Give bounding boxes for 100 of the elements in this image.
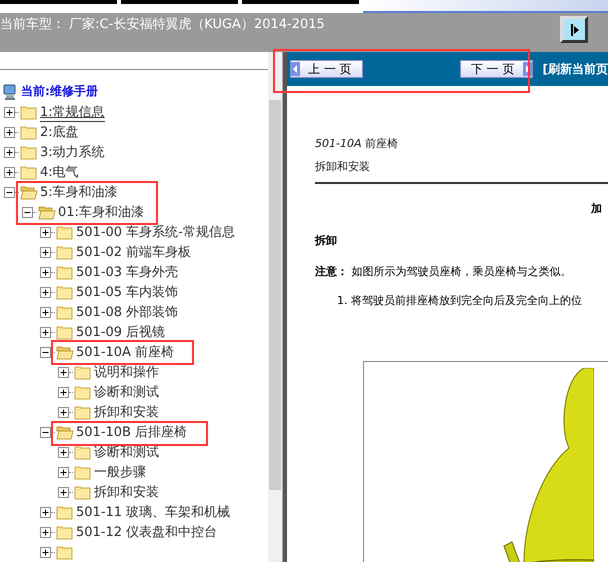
- expand-toggle[interactable]: [58, 366, 69, 378]
- expand-toggle[interactable]: [4, 146, 15, 158]
- toggle-panel-button[interactable]: [560, 16, 588, 43]
- tree-item[interactable]: 501-05 车内装饰: [76, 282, 178, 302]
- tree-row[interactable]: 501-12 仪表盘和中控台: [0, 522, 268, 542]
- scrollbar-thumb[interactable]: [269, 100, 281, 490]
- tree-item[interactable]: 501-12 仪表盘和中控台: [76, 522, 218, 542]
- tree-item[interactable]: 501-02 前端车身板: [76, 242, 192, 262]
- tree-item[interactable]: 2:底盘: [40, 122, 79, 142]
- expand-toggle[interactable]: [58, 466, 69, 478]
- tree-row[interactable]: 501-02 前端车身板: [0, 242, 268, 262]
- folder-icon: [74, 464, 92, 480]
- expand-toggle[interactable]: [40, 286, 51, 298]
- folder-icon: [74, 484, 92, 500]
- tree-row[interactable]: 一般步骤: [0, 462, 268, 482]
- tree-row[interactable]: 501-08 外部装饰: [0, 302, 268, 322]
- tree-row[interactable]: 1:常规信息: [0, 102, 268, 122]
- open-folder-icon: [56, 424, 74, 440]
- folder-icon: [56, 224, 74, 240]
- tree-row[interactable]: 501-05 车内装饰: [0, 282, 268, 302]
- open-folder-icon: [20, 184, 38, 200]
- expand-toggle[interactable]: [4, 186, 15, 198]
- tree-item[interactable]: 501-00 车身系统-常规信息: [76, 222, 235, 242]
- tree-row[interactable]: 说明和操作: [0, 362, 268, 382]
- tree-row[interactable]: 2:底盘: [0, 122, 268, 142]
- tree-item[interactable]: 501-08 外部装饰: [76, 302, 178, 322]
- section-subtitle: 拆卸和安装: [315, 159, 371, 174]
- expand-toggle[interactable]: [4, 106, 15, 118]
- folder-icon: [74, 444, 92, 460]
- expand-toggle[interactable]: [40, 306, 51, 318]
- expand-toggle[interactable]: [4, 126, 15, 138]
- expand-toggle[interactable]: [40, 226, 51, 238]
- folder-icon: [20, 144, 38, 160]
- expand-toggle[interactable]: [40, 426, 51, 438]
- scrollbar[interactable]: [268, 52, 282, 562]
- tree-item[interactable]: 拆卸和安装: [94, 482, 159, 502]
- tree-row[interactable]: 3:动力系统: [0, 142, 268, 162]
- folder-icon: [20, 124, 38, 140]
- procedure-heading: 拆卸: [315, 233, 338, 248]
- folder-icon: [56, 244, 74, 260]
- folder-icon: [56, 324, 74, 340]
- folder-icon: [56, 264, 74, 280]
- expand-toggle[interactable]: [40, 246, 51, 258]
- folder-icon: [20, 164, 38, 180]
- refresh-page-link[interactable]: [刷新当前页: [542, 60, 608, 78]
- section-title: 501-10A 前座椅: [315, 136, 399, 151]
- open-folder-icon: [38, 204, 56, 220]
- tree-row[interactable]: 501-11 玻璃、车架和机械: [0, 502, 268, 522]
- tree-item[interactable]: 诊断和测试: [94, 442, 159, 462]
- expand-toggle[interactable]: [40, 326, 51, 338]
- expand-toggle[interactable]: [40, 346, 51, 358]
- tree-item[interactable]: 01:车身和油漆: [58, 202, 144, 222]
- expand-toggle[interactable]: [58, 386, 69, 398]
- expand-toggle[interactable]: [58, 406, 69, 418]
- expand-toggle[interactable]: [22, 206, 33, 218]
- tree-item[interactable]: 501-10B 后排座椅: [76, 422, 188, 442]
- tree-row[interactable]: 4:电气: [0, 162, 268, 182]
- tree-row[interactable]: 501-00 车身系统-常规信息: [0, 222, 268, 242]
- current-manual-label: 当前:维修手册: [21, 83, 98, 100]
- tree-row[interactable]: 01:车身和油漆: [0, 202, 268, 222]
- tree-item[interactable]: 501-10A 前座椅: [76, 342, 174, 362]
- tree-item[interactable]: 1:常规信息: [40, 102, 105, 122]
- tree-item[interactable]: 501-09 后视镜: [76, 322, 166, 342]
- tree-row[interactable]: 5:车身和油漆: [0, 182, 268, 202]
- expand-toggle[interactable]: [40, 526, 51, 538]
- expand-toggle[interactable]: [40, 546, 51, 558]
- arrow-left-icon: [291, 62, 300, 76]
- expand-toggle[interactable]: [58, 446, 69, 458]
- tree-item[interactable]: 说明和操作: [94, 362, 159, 382]
- tree-item[interactable]: 5:车身和油漆: [40, 182, 118, 202]
- expand-toggle[interactable]: [58, 486, 69, 498]
- folder-icon: [56, 304, 74, 320]
- tree-item[interactable]: 一般步骤: [94, 462, 146, 482]
- tree-row[interactable]: 501-09 后视镜: [0, 322, 268, 342]
- vehicle-title: 当前车型： 厂家:C-长安福特翼虎（KUGA）2014-2015: [0, 16, 325, 33]
- folder-icon: [56, 524, 74, 540]
- folder-icon: [20, 104, 38, 120]
- tree-row[interactable]: 501-10B 后排座椅: [0, 422, 268, 442]
- tree-item[interactable]: 3:动力系统: [40, 142, 105, 162]
- folder-icon: [74, 404, 92, 420]
- folder-icon: [74, 384, 92, 400]
- expand-toggle[interactable]: [40, 266, 51, 278]
- tree-item[interactable]: 诊断和测试: [94, 382, 159, 402]
- tree-item[interactable]: 501-03 车身外壳: [76, 262, 178, 282]
- tree-row[interactable]: 诊断和测试: [0, 382, 268, 402]
- folder-icon: [56, 504, 74, 520]
- expand-toggle[interactable]: [40, 506, 51, 518]
- tree-row[interactable]: 拆卸和安装: [0, 402, 268, 422]
- side-heading: 加: [590, 201, 603, 216]
- folder-icon: [56, 544, 74, 560]
- tree-row[interactable]: 拆卸和安装: [0, 482, 268, 502]
- previous-page-button[interactable]: 上 一 页: [290, 60, 363, 78]
- next-page-button[interactable]: 下 一 页: [460, 60, 533, 78]
- expand-toggle[interactable]: [4, 166, 15, 178]
- tree-row[interactable]: 501-10A 前座椅: [0, 342, 268, 362]
- tree-row[interactable]: 501-03 车身外壳: [0, 262, 268, 282]
- tree-item[interactable]: 501-11 玻璃、车架和机械: [76, 502, 230, 522]
- tree-item[interactable]: 拆卸和安装: [94, 402, 159, 422]
- tree-item[interactable]: 4:电气: [40, 162, 79, 182]
- tree-row[interactable]: 诊断和测试: [0, 442, 268, 462]
